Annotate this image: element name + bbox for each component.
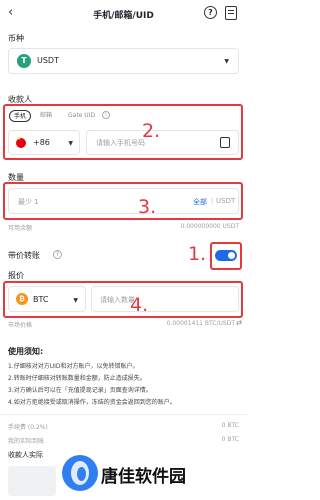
chevron-down-icon: ▼: [73, 297, 78, 304]
notice-item-1: 1.仔细核对对方UID和对方账户，以免转错账户。: [8, 363, 139, 370]
annotation-label-1: 1.: [188, 243, 207, 265]
tab-email[interactable]: 邮箱: [36, 110, 56, 122]
actual-received-label: 我的实际到账: [8, 438, 45, 445]
info-icon[interactable]: i: [102, 111, 110, 119]
question-icon[interactable]: ?: [53, 250, 62, 259]
cancel-button[interactable]: [8, 466, 56, 496]
divider: |: [211, 197, 214, 205]
tab-phone[interactable]: 手机: [9, 110, 32, 122]
amount-placeholder: 最少 1: [18, 198, 39, 206]
swap-icon[interactable]: ⇄: [236, 319, 242, 327]
notice-item-2: 2.转账时仔细核对转账数量和金额，防止造成损失。: [8, 375, 146, 382]
phone-input[interactable]: 请输入手机号码: [86, 130, 239, 155]
currency-section-label: 币种: [8, 34, 24, 43]
selected-currency: USDT: [37, 56, 59, 65]
quote-coin: BTC: [33, 295, 49, 304]
quote-coin-select[interactable]: ₿ BTC ▼: [8, 286, 86, 312]
actual-received-value: 0 BTC: [221, 436, 239, 443]
phone-placeholder: 请输入手机号码: [96, 139, 145, 147]
notice-item-3: 3.对方确认后可以在「充值提现记录」页面查询详情。: [8, 387, 152, 394]
usdt-coin-icon: T: [17, 54, 31, 68]
market-price-value: 0.00001411 BTC/USDT: [166, 320, 235, 327]
watermark-text: 唐佳软件园: [101, 467, 186, 487]
notice-item-4: 4.如对方拒绝接受或取消操作，冻结的资金会返回到您的账户。: [8, 399, 176, 406]
watermark-logo: [62, 455, 98, 491]
amount-input[interactable]: 最少 1 全部 | USDT: [8, 188, 239, 214]
fee-value: 0 BTC: [221, 422, 239, 429]
priced-transfer-label: 带价转账: [8, 251, 40, 260]
market-price-label: 市场价格: [8, 322, 33, 329]
chevron-down-icon: ▼: [224, 58, 229, 65]
chevron-down-icon: ▼: [68, 140, 73, 147]
available-balance-value: 0.000000000 USDT: [180, 223, 239, 230]
notice-title: 使用须知:: [8, 347, 44, 356]
contacts-icon[interactable]: [220, 137, 230, 148]
quote-section-label: 报价: [8, 271, 24, 280]
currency-select[interactable]: T USDT ▼: [8, 48, 239, 74]
record-list-icon[interactable]: [225, 6, 237, 20]
country-code: +86: [33, 138, 50, 147]
tab-gate-uid[interactable]: Gate UID: [64, 110, 99, 122]
country-code-select[interactable]: +86 ▼: [8, 130, 80, 155]
all-button[interactable]: 全部: [193, 197, 207, 207]
priced-transfer-toggle[interactable]: [215, 250, 237, 261]
amount-unit: USDT: [216, 197, 236, 205]
btc-coin-icon: ₿: [16, 293, 28, 305]
annotation-label-3: 3.: [138, 196, 157, 218]
annotation-label-4: 4.: [130, 294, 149, 316]
quote-price-input[interactable]: 请输入数量: [91, 286, 239, 312]
available-balance-label: 可用余额: [8, 225, 33, 232]
divider: [0, 414, 247, 415]
help-icon[interactable]: ?: [204, 6, 217, 19]
annotation-label-2: 2.: [142, 120, 161, 142]
payee-actual-label: 收款人实际: [8, 451, 43, 459]
china-flag-icon: [16, 136, 26, 148]
fee-label: 手续费 (0.2%): [8, 424, 48, 431]
